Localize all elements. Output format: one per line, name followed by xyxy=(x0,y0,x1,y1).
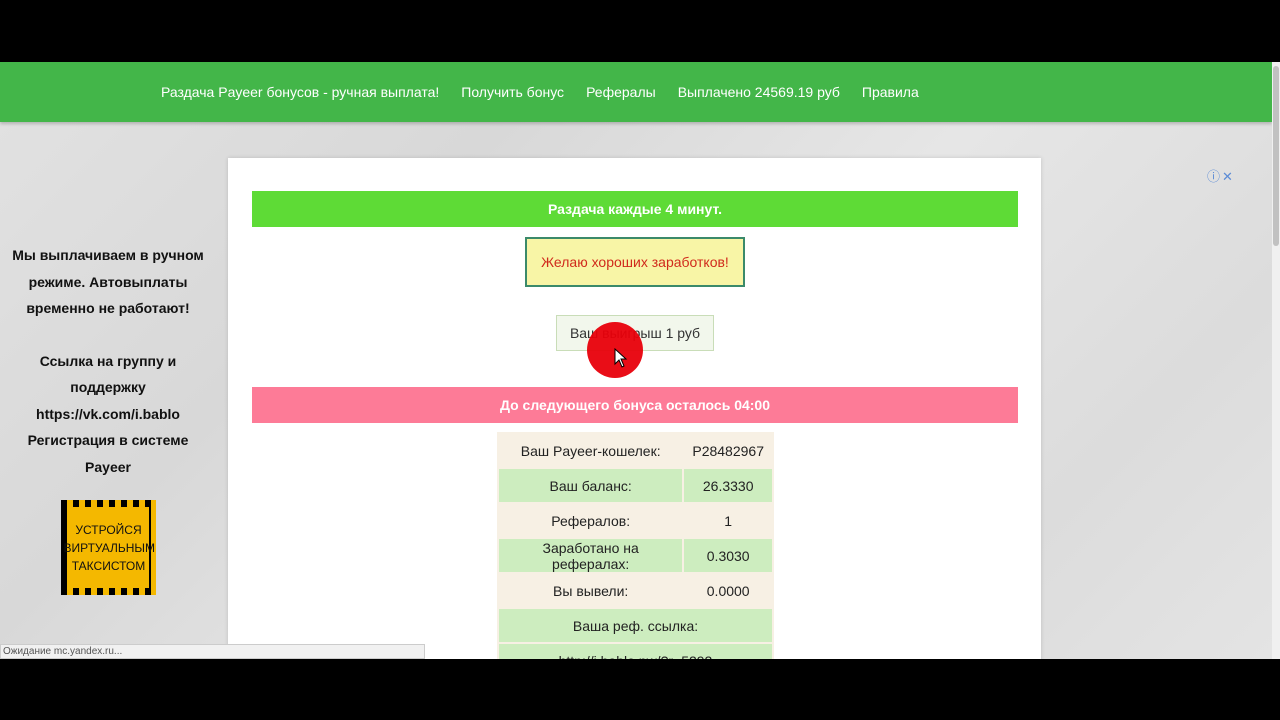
taxi-ad-text: УСТРОЙСЯ ВИРТУАЛЬНЫМ ТАКСИСТОМ xyxy=(63,522,156,573)
mouse-cursor-icon xyxy=(614,348,628,368)
row-value: 0.3030 xyxy=(684,539,772,572)
sidebar-notice-line: временно не работают! xyxy=(26,300,190,316)
sidebar-vk-link[interactable]: https://vk.com/i.bablo xyxy=(8,401,208,428)
browser-status-bar: Ожидание mc.yandex.ru... xyxy=(0,644,425,659)
table-row: http://i.bablo.pw/?r=5292 xyxy=(499,644,772,659)
row-value: 1 xyxy=(684,504,772,537)
row-value: P28482967 xyxy=(684,434,772,467)
table-row: Заработано на рефералах: 0.3030 xyxy=(499,539,772,572)
vertical-scrollbar[interactable] xyxy=(1272,62,1280,659)
row-label: Ваш баланс: xyxy=(499,469,683,502)
nav-get-bonus-link[interactable]: Получить бонус xyxy=(450,84,575,100)
nav-paid-link[interactable]: Выплачено 24569.19 руб xyxy=(667,84,851,100)
left-sidebar: Мы выплачиваем в ручном режиме. Автовыпл… xyxy=(8,242,208,480)
table-row: Ваша реф. ссылка: xyxy=(499,609,772,642)
sidebar-notice-line: Мы выплачиваем в ручном xyxy=(12,247,204,263)
browser-viewport: Раздача Payeer бонусов - ручная выплата!… xyxy=(0,62,1280,659)
account-info-table: Ваш Payeer-кошелек: P28482967 Ваш баланс… xyxy=(497,432,774,659)
sidebar-notice-line: режиме. Автовыплаты xyxy=(28,273,188,290)
row-label: Рефералов: xyxy=(499,504,683,537)
taxi-ad-banner[interactable]: УСТРОЙСЯ ВИРТУАЛЬНЫМ ТАКСИСТОМ xyxy=(61,500,156,595)
main-content-card: Раздача каждые 4 минут. Желаю хороших за… xyxy=(228,158,1041,659)
table-row: Рефералов: 1 xyxy=(499,504,772,537)
table-row: Ваш баланс: 26.3330 xyxy=(499,469,772,502)
row-value: 26.3330 xyxy=(684,469,772,502)
nav-rules-link[interactable]: Правила xyxy=(851,84,930,100)
top-navbar: Раздача Payeer бонусов - ручная выплата!… xyxy=(0,62,1272,122)
sidebar-group-line: поддержку xyxy=(70,379,146,395)
row-value: 0.0000 xyxy=(684,574,772,607)
wish-message-box: Желаю хороших заработков! xyxy=(525,237,745,287)
distribution-banner: Раздача каждые 4 минут. xyxy=(252,191,1018,227)
scrollbar-thumb[interactable] xyxy=(1273,66,1279,246)
table-row: Ваш Payeer-кошелек: P28482967 xyxy=(499,434,772,467)
row-label: Заработано на рефералах: xyxy=(499,539,683,572)
sidebar-payeer-registration-link[interactable]: Регистрация в системе xyxy=(8,427,208,454)
nav-referrals-link[interactable]: Рефералы xyxy=(575,84,667,100)
ref-link-value[interactable]: http://i.bablo.pw/?r=5292 xyxy=(499,644,772,659)
row-label: Ваш Payeer-кошелек: xyxy=(499,434,683,467)
row-label: Вы вывели: xyxy=(499,574,683,607)
sidebar-payeer-registration-link-2[interactable]: Payeer xyxy=(8,454,208,481)
ad-choices-close-icon[interactable]: ⓘ✕ xyxy=(1207,166,1235,185)
nav-brand-link[interactable]: Раздача Payeer бонусов - ручная выплата! xyxy=(150,84,450,100)
countdown-banner: До следующего бонуса осталось 04:00 xyxy=(252,387,1018,423)
sidebar-group-line: Ссылка на группу и xyxy=(39,352,177,369)
ref-link-label: Ваша реф. ссылка: xyxy=(499,609,772,642)
table-row: Вы вывели: 0.0000 xyxy=(499,574,772,607)
